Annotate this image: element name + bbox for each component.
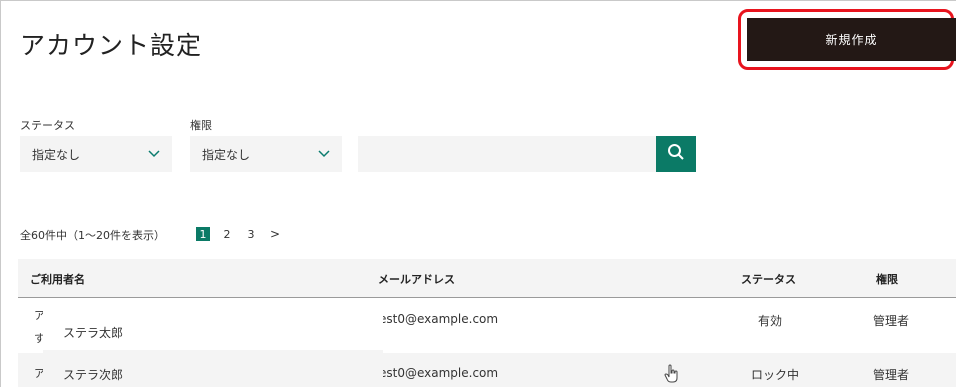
table-header: ご利用者名 メールアドレス ステータス 権限 xyxy=(18,259,956,298)
search-icon xyxy=(667,143,685,165)
role-filter-select[interactable]: 指定なし xyxy=(190,136,342,172)
role-filter-value: 指定なし xyxy=(202,147,251,162)
search-input[interactable] xyxy=(358,136,656,172)
role-filter-label: 権限 xyxy=(190,119,212,132)
row-1-status: 有効 xyxy=(758,314,783,328)
page-link-2[interactable]: 2 xyxy=(220,227,234,241)
column-header-role[interactable]: 権限 xyxy=(876,271,898,287)
search-button[interactable] xyxy=(656,136,696,172)
name-popup-row-1: ステラ太郎 xyxy=(43,310,383,350)
column-header-name[interactable]: ご利用者名 xyxy=(30,271,85,287)
name-popup-row-2: ステラ次郎 xyxy=(43,350,383,387)
row-1-role: 管理者 xyxy=(873,314,910,328)
new-account-button[interactable]: 新規作成 xyxy=(747,18,956,61)
pagination: 1 2 3 > xyxy=(196,227,280,241)
row-2-status: ロック中 xyxy=(751,368,800,382)
next-page-link[interactable]: > xyxy=(270,227,280,241)
frame-left-border xyxy=(0,0,1,387)
chevron-down-icon xyxy=(148,147,160,162)
row-2-email: est0@example.com xyxy=(379,366,499,380)
row-1-email: est0@example.com xyxy=(379,312,499,326)
status-filter-value: 指定なし xyxy=(32,147,81,162)
chevron-down-icon xyxy=(318,147,330,162)
result-summary: 全60件中（1〜20件を表示） xyxy=(20,229,165,242)
hand-pointer-icon xyxy=(664,364,680,388)
column-header-email[interactable]: メールアドレス xyxy=(378,271,455,287)
row-2-role: 管理者 xyxy=(873,368,910,382)
frame-top-border xyxy=(0,0,956,1)
status-filter-label: ステータス xyxy=(20,119,75,132)
row-2-name-popup: ステラ次郎 xyxy=(63,368,124,382)
page-link-1[interactable]: 1 xyxy=(196,227,210,241)
page-link-3[interactable]: 3 xyxy=(244,227,258,241)
status-filter-select[interactable]: 指定なし xyxy=(20,136,172,172)
row-1-name-popup: ステラ太郎 xyxy=(63,326,124,340)
column-header-status[interactable]: ステータス xyxy=(741,271,796,287)
page-title: アカウント設定 xyxy=(20,31,203,60)
